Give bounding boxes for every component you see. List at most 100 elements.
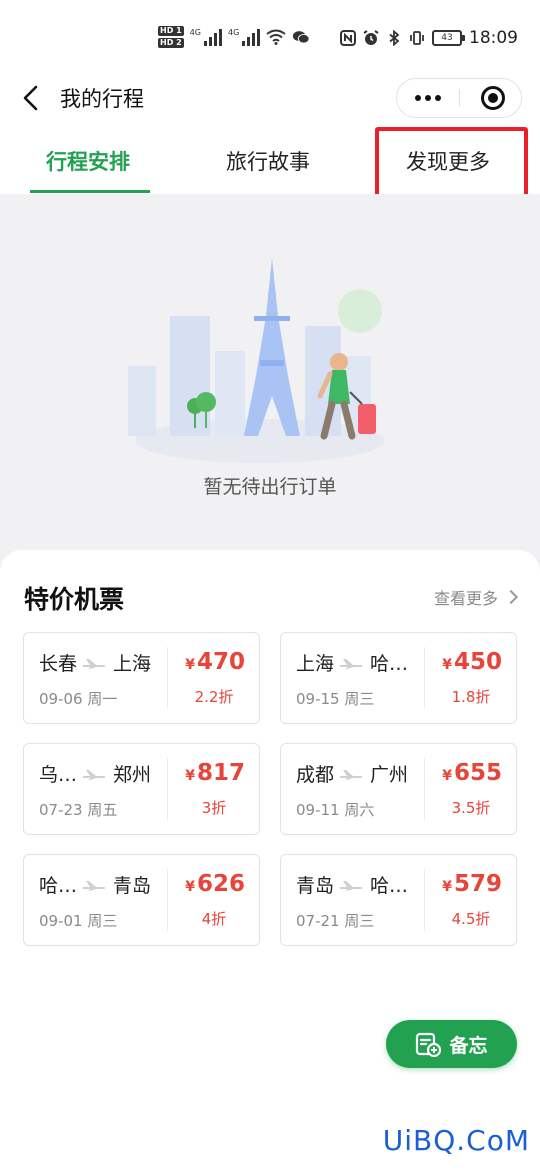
departure-city: 成都 xyxy=(296,764,335,786)
currency-symbol: ¥ xyxy=(442,768,452,784)
more-options-icon[interactable] xyxy=(397,79,459,117)
departure-city: 长春 xyxy=(39,653,78,675)
flight-price: ¥626 xyxy=(185,871,245,897)
flight-deal-card[interactable]: 上海 哈… 09-15 周三 ¥450 1.8折 xyxy=(280,632,517,724)
currency-symbol: ¥ xyxy=(185,768,195,784)
airplane-icon xyxy=(340,880,363,891)
flight-date: 09-01 周三 xyxy=(39,912,118,930)
departure-city: 哈… xyxy=(39,875,78,897)
chevron-right-icon xyxy=(503,589,519,605)
discount-label: 4.5折 xyxy=(451,910,491,928)
wechat-icon xyxy=(293,31,310,44)
price-value: 470 xyxy=(196,649,245,675)
deals-title: 特价机票 xyxy=(24,585,125,614)
flight-route: 乌… 郑州 xyxy=(39,760,151,787)
flight-date: 07-23 周五 xyxy=(39,801,118,819)
price-value: 626 xyxy=(196,871,245,897)
flight-deal-card[interactable]: 哈… 青岛 09-01 周三 ¥626 4折 xyxy=(23,854,260,946)
airplane-icon xyxy=(83,880,106,891)
flight-deal-card[interactable]: 乌… 郑州 07-23 周五 ¥817 3折 xyxy=(23,743,260,835)
travel-illustration xyxy=(128,258,385,463)
arrival-city: 青岛 xyxy=(113,875,152,897)
discount-label: 3.5折 xyxy=(451,799,491,817)
airplane-icon xyxy=(340,769,363,780)
hd-badge-1: HD 1 xyxy=(158,26,184,36)
departure-city: 乌… xyxy=(39,764,78,786)
hd-badge-2: HD 2 xyxy=(158,38,184,48)
arrival-city: 哈… xyxy=(370,653,409,675)
flight-date: 09-11 周六 xyxy=(296,801,375,819)
discount-label: 1.8折 xyxy=(451,688,491,706)
arrival-city: 哈… xyxy=(370,875,409,897)
flight-deal-card[interactable]: 长春 上海 09-06 周一 ¥470 2.2折 xyxy=(23,632,260,724)
airplane-icon xyxy=(83,769,106,780)
empty-itinerary-area: 暂无待出行订单 xyxy=(0,194,540,574)
see-more-label: 查看更多 xyxy=(433,589,498,608)
empty-state-message: 暂无待出行订单 xyxy=(203,476,337,498)
back-arrow-icon[interactable] xyxy=(18,82,46,114)
capsule-divider xyxy=(459,89,460,107)
flight-deal-card[interactable]: 成都 广州 09-11 周六 ¥655 3.5折 xyxy=(280,743,517,835)
price-value: 655 xyxy=(453,760,502,786)
status-bar: HD 1 HD 2 4G 4G 43 18:09 xyxy=(0,0,540,78)
active-tab-indicator xyxy=(30,190,150,193)
flight-price: ¥450 xyxy=(442,649,502,675)
arrival-city: 上海 xyxy=(113,653,152,675)
signal-icon-2: 4G xyxy=(227,28,261,46)
network-indicators: HD 1 HD 2 4G 4G xyxy=(158,26,310,48)
currency-symbol: ¥ xyxy=(442,657,452,673)
battery-level: 43 xyxy=(441,33,453,43)
flight-date: 09-15 周三 xyxy=(296,690,375,708)
flight-date: 07-21 周三 xyxy=(296,912,375,930)
departure-city: 青岛 xyxy=(296,875,335,897)
price-value: 450 xyxy=(453,649,502,675)
alarm-icon xyxy=(363,30,379,45)
system-indicators: 43 18:09 xyxy=(340,28,518,48)
flight-route: 青岛 哈… xyxy=(296,871,408,898)
flight-price: ¥817 xyxy=(185,760,245,786)
network-type-1: 4G xyxy=(189,28,201,37)
flight-price: ¥470 xyxy=(185,649,245,675)
network-type-2: 4G xyxy=(227,28,240,37)
site-watermark: UiBQ.CoM xyxy=(382,1124,530,1157)
currency-symbol: ¥ xyxy=(185,879,195,895)
status-time: 18:09 xyxy=(469,28,518,48)
flight-route: 上海 哈… xyxy=(296,649,408,676)
currency-symbol: ¥ xyxy=(185,657,195,673)
battery-icon: 43 xyxy=(432,30,465,46)
tab-travel-stories[interactable]: 旅行故事 xyxy=(226,146,310,176)
memo-button-label: 备忘 xyxy=(449,1034,488,1057)
airplane-icon xyxy=(83,658,106,669)
memo-icon xyxy=(416,1032,442,1057)
discount-label: 4折 xyxy=(201,910,227,928)
annotation-highlight-box xyxy=(375,127,528,200)
vibrate-icon xyxy=(410,31,424,45)
flight-route: 成都 广州 xyxy=(296,760,408,787)
discount-label: 3折 xyxy=(201,799,227,817)
discount-label: 2.2折 xyxy=(194,688,234,706)
flight-date: 09-06 周一 xyxy=(39,690,118,708)
memo-button[interactable]: 备忘 xyxy=(386,1020,517,1068)
flight-deal-card[interactable]: 青岛 哈… 07-21 周三 ¥579 4.5折 xyxy=(280,854,517,946)
tab-itinerary[interactable]: 行程安排 xyxy=(46,146,130,176)
currency-symbol: ¥ xyxy=(442,879,452,895)
price-value: 579 xyxy=(453,871,502,897)
mini-program-capsule xyxy=(396,78,522,118)
nfc-icon xyxy=(340,30,356,46)
header: 我的行程 xyxy=(0,78,540,118)
flight-route: 长春 上海 xyxy=(39,649,151,676)
page-title: 我的行程 xyxy=(60,87,144,111)
arrival-city: 广州 xyxy=(370,764,409,786)
flight-route: 哈… 青岛 xyxy=(39,871,151,898)
see-more-link[interactable]: 查看更多 xyxy=(433,585,519,609)
price-value: 817 xyxy=(196,760,245,786)
signal-icon-1: 4G xyxy=(190,28,222,46)
flight-price: ¥655 xyxy=(442,760,502,786)
arrival-city: 郑州 xyxy=(113,764,152,786)
airplane-icon xyxy=(340,658,363,669)
flight-price: ¥579 xyxy=(442,871,502,897)
departure-city: 上海 xyxy=(296,653,335,675)
close-target-icon[interactable] xyxy=(481,86,505,110)
bluetooth-icon xyxy=(389,30,400,46)
wifi-icon xyxy=(266,29,286,45)
